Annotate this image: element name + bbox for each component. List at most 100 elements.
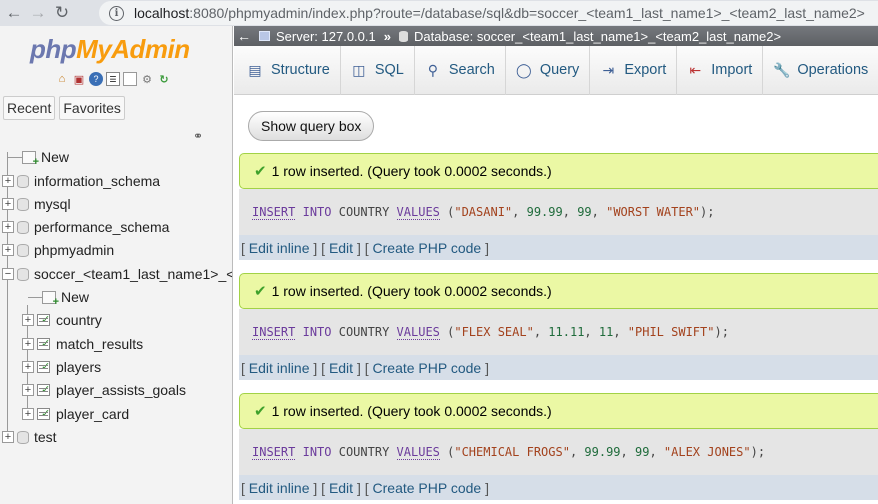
settings-gear-icon[interactable]: ⚙ [140,72,154,86]
table-icon: ✓ [37,384,50,396]
database-icon [17,267,29,281]
table-icon: ✓ [37,338,50,350]
tree-item-new-table[interactable]: New [26,286,89,308]
tree-item-table-player-card[interactable]: + ✓ player_card [22,403,129,425]
database-icon [17,220,29,234]
new-table-icon [42,290,59,308]
collapse-icon[interactable]: − [2,268,14,280]
phpmyadmin-logo[interactable]: phpMyAdmin [30,34,190,65]
breadcrumb-database[interactable]: Database: soccer_<team1_last_name1>_<tea… [414,29,781,44]
browser-toolbar: ← → ↻ i localhost:8080/phpmyadmin/index.… [0,0,878,26]
database-icon [17,243,29,257]
tree-item-label: match_results [56,336,144,352]
tree-item-label: performance_schema [34,219,170,235]
edit-inline-link[interactable]: Edit inline [249,480,310,496]
main-panel: ← Server: 127.0.0.1 » Database: soccer_<… [234,26,878,504]
expand-icon[interactable]: + [22,384,34,396]
expand-icon[interactable]: + [22,408,34,420]
expand-icon[interactable]: + [22,314,34,326]
tree-item-label: test [34,429,57,445]
create-php-code-link[interactable]: Create PHP code [373,360,482,376]
expand-icon[interactable]: + [22,361,34,373]
search-icon: ⚲ [427,61,438,78]
breadcrumb: ← Server: 127.0.0.1 » Database: soccer_<… [234,26,878,46]
collapse-sidebar-icon[interactable]: ← [237,28,251,44]
tab-import[interactable]: ⇤ Import [677,45,764,95]
tree-item-table-players[interactable]: + ✓ players [22,356,101,378]
recent-tables-button[interactable]: Recent [3,96,56,120]
reload-icon[interactable]: ↻ [50,1,74,25]
edit-link[interactable]: Edit [329,240,353,256]
edit-link[interactable]: Edit [329,360,353,376]
expand-icon[interactable]: + [22,338,34,350]
tree-item-soccer-database[interactable]: − soccer_<team1_last_name1>_<t [2,263,232,285]
forward-arrow-icon[interactable]: → [26,1,50,25]
server-icon [259,31,270,41]
help-icon[interactable]: ? [89,72,103,86]
structure-icon: ▤ [248,61,262,78]
home-icon[interactable]: ⌂ [55,72,69,86]
database-menu: ▤ Structure ◫ SQL ⚲ Search ◯ Query ⇥ Export ⇤… [234,45,878,95]
address-bar[interactable]: i localhost:8080/phpmyadmin/index.php?ro… [99,1,878,25]
new-database-icon [22,150,39,168]
expand-icon[interactable]: + [2,175,14,187]
tab-operations[interactable]: 🔧 Operations [763,46,878,95]
favorite-tables-button[interactable]: Favorites [59,96,125,120]
query-action-links: [ Edit inline ] [ Edit ] [ Create PHP co… [239,355,878,380]
navigation-sidebar: phpMyAdmin ⌂ ▣ ? ☰ ⚙ ↻ Recent Favorites … [0,26,233,504]
tab-structure[interactable]: ▤ Structure [237,45,341,95]
database-icon [17,174,29,188]
query-result: ✔ 1 row inserted. (Query took 0.0002 sec… [239,273,878,380]
breadcrumb-server[interactable]: Server: 127.0.0.1 [276,29,376,44]
query-result: ✔ 1 row inserted. (Query took 0.0002 sec… [239,153,878,260]
database-icon [17,430,29,444]
expand-icon[interactable]: + [2,431,14,443]
page-icon[interactable] [123,72,137,86]
tree-item-information-schema[interactable]: + information_schema [2,170,160,192]
tab-export[interactable]: ⇥ Export [590,45,678,95]
breadcrumb-separator: » [383,28,391,44]
tree-item-new-database[interactable]: New [6,146,69,168]
checkmark-icon: ✔ [254,163,267,180]
edit-link[interactable]: Edit [329,480,353,496]
documentation-icon[interactable]: ☰ [106,72,120,86]
edit-inline-link[interactable]: Edit inline [249,240,310,256]
tree-item-phpmyadmin[interactable]: + phpmyadmin [2,239,114,261]
success-message: ✔ 1 row inserted. (Query took 0.0002 sec… [239,153,878,189]
table-icon: ✓ [37,361,50,373]
sidebar-icon-bar: ⌂ ▣ ? ☰ ⚙ ↻ [55,72,171,86]
edit-inline-link[interactable]: Edit inline [249,360,310,376]
logout-icon[interactable]: ▣ [72,72,86,86]
back-arrow-icon[interactable]: ← [2,1,26,25]
url-host: localhost [134,5,190,21]
tree-item-mysql[interactable]: + mysql [2,193,71,215]
refresh-icon[interactable]: ↻ [157,72,171,86]
wrench-icon: 🔧 [773,61,791,78]
expand-icon[interactable]: + [2,221,14,233]
tree-item-test[interactable]: + test [2,426,57,448]
expand-icon[interactable]: + [2,198,14,210]
checkmark-icon: ✔ [254,283,267,300]
create-php-code-link[interactable]: Create PHP code [373,480,482,496]
tab-search[interactable]: ⚲ Search [415,45,506,95]
create-php-code-link[interactable]: Create PHP code [373,240,482,256]
link-with-main-panel-icon[interactable]: ⚭ [193,129,203,143]
tree-item-label: New [41,149,70,165]
query-result: ✔ 1 row inserted. (Query took 0.0002 sec… [239,393,878,500]
tree-item-performance-schema[interactable]: + performance_schema [2,216,169,238]
tree-item-label: mysql [34,196,71,212]
show-query-box-button[interactable]: Show query box [248,111,375,141]
sql-query-text: INSERT INTO COUNTRY VALUES ("CHEMICAL FR… [239,429,878,475]
checkmark-icon: ✔ [254,403,267,420]
tree-item-table-player-assists-goals[interactable]: + ✓ player_assists_goals [22,379,186,401]
tree-item-table-match-results[interactable]: + ✓ match_results [22,333,143,355]
query-action-links: [ Edit inline ] [ Edit ] [ Create PHP co… [239,475,878,500]
table-icon: ✓ [37,408,50,420]
tree-item-label: information_schema [34,173,161,189]
import-icon: ⇤ [689,61,702,78]
expand-icon[interactable]: + [2,244,14,256]
tree-item-table-country[interactable]: + ✓ country [22,309,102,331]
site-info-icon[interactable]: i [109,5,124,21]
tab-query[interactable]: ◯ Query [506,45,591,95]
tab-sql[interactable]: ◫ SQL [341,45,415,95]
